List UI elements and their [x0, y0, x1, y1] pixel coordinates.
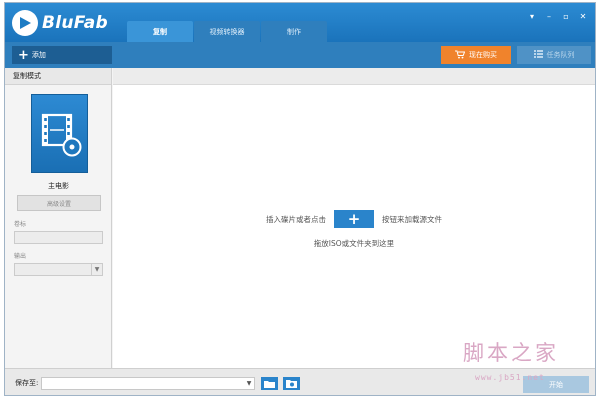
- task-queue-button[interactable]: 任务队列: [517, 46, 591, 64]
- add-button-label: 添加: [31, 51, 46, 59]
- window-controls: ▾ – ▫ ✕: [522, 10, 590, 22]
- main-tabs: 复制 视频转换器 制作: [127, 21, 328, 42]
- app-name: BluFab: [42, 13, 108, 33]
- buy-now-button[interactable]: 现在购买: [441, 46, 511, 64]
- chevron-down-icon: ▼: [246, 380, 252, 387]
- chevron-down-icon: ▼: [91, 264, 102, 275]
- advanced-settings-button[interactable]: 高级设置: [17, 195, 101, 211]
- disc-folder-icon: [286, 380, 297, 388]
- load-source-button[interactable]: +: [334, 210, 374, 228]
- minimize-icon[interactable]: –: [542, 10, 556, 22]
- main-movie-mode-tile[interactable]: [31, 94, 88, 173]
- hint-after-text: 按钮来加载源文件: [382, 214, 442, 224]
- main-movie-label: 主电影: [48, 182, 69, 190]
- watermark-url: www.jb51.net: [475, 373, 545, 382]
- tab-make[interactable]: 制作: [261, 21, 327, 42]
- copy-mode-sidebar: 复制模式 主电影 高级设置 卷标 输出 ▼: [5, 68, 112, 368]
- drag-drop-hint: 拖放ISO或文件夹到这里: [313, 239, 395, 248]
- source-drop-area[interactable]: 插入碟片或者点击 + 按钮来加载源文件 拖放ISO或文件夹到这里: [113, 68, 595, 368]
- load-source-hint: 插入碟片或者点击 + 按钮来加载源文件: [113, 210, 595, 228]
- app-window: BluFab 复制 视频转换器 制作 ▾ – ▫ ✕ + 添加 现在购买 任务队…: [4, 2, 596, 396]
- browse-folder-button[interactable]: [261, 377, 278, 390]
- watermark-text: 脚本之家: [463, 341, 559, 365]
- hint-before-text: 插入碟片或者点击: [266, 214, 326, 224]
- toolbar: + 添加 现在购买 任务队列: [5, 42, 595, 68]
- logo-play-icon: [12, 10, 38, 36]
- maximize-icon[interactable]: ▫: [559, 10, 573, 22]
- plus-icon: +: [18, 47, 29, 63]
- output-caption: 输出: [14, 253, 27, 260]
- tab-video-converter[interactable]: 视频转换器: [194, 21, 260, 42]
- film-disc-icon: [41, 113, 82, 157]
- buy-now-label: 现在购买: [469, 51, 497, 59]
- folder-icon: [264, 380, 275, 388]
- add-button[interactable]: + 添加: [12, 46, 112, 64]
- volume-label-caption: 卷标: [14, 221, 27, 228]
- content-header-strip: [113, 68, 595, 85]
- tab-copy[interactable]: 复制: [127, 21, 193, 42]
- open-folder-button[interactable]: [283, 377, 300, 390]
- copy-mode-header: 复制模式: [5, 68, 111, 85]
- output-select[interactable]: ▼: [14, 263, 103, 276]
- title-bar: BluFab 复制 视频转换器 制作 ▾ – ▫ ✕: [5, 3, 595, 42]
- app-logo: BluFab: [12, 10, 108, 36]
- cart-icon: [455, 50, 466, 61]
- close-icon[interactable]: ✕: [576, 10, 590, 22]
- save-to-label: 保存至:: [15, 379, 39, 387]
- volume-label-field[interactable]: [14, 231, 103, 244]
- task-queue-label: 任务队列: [546, 51, 575, 59]
- menu-dropdown-icon[interactable]: ▾: [525, 10, 539, 22]
- list-icon: [533, 50, 543, 60]
- save-to-select[interactable]: ▼: [41, 377, 255, 390]
